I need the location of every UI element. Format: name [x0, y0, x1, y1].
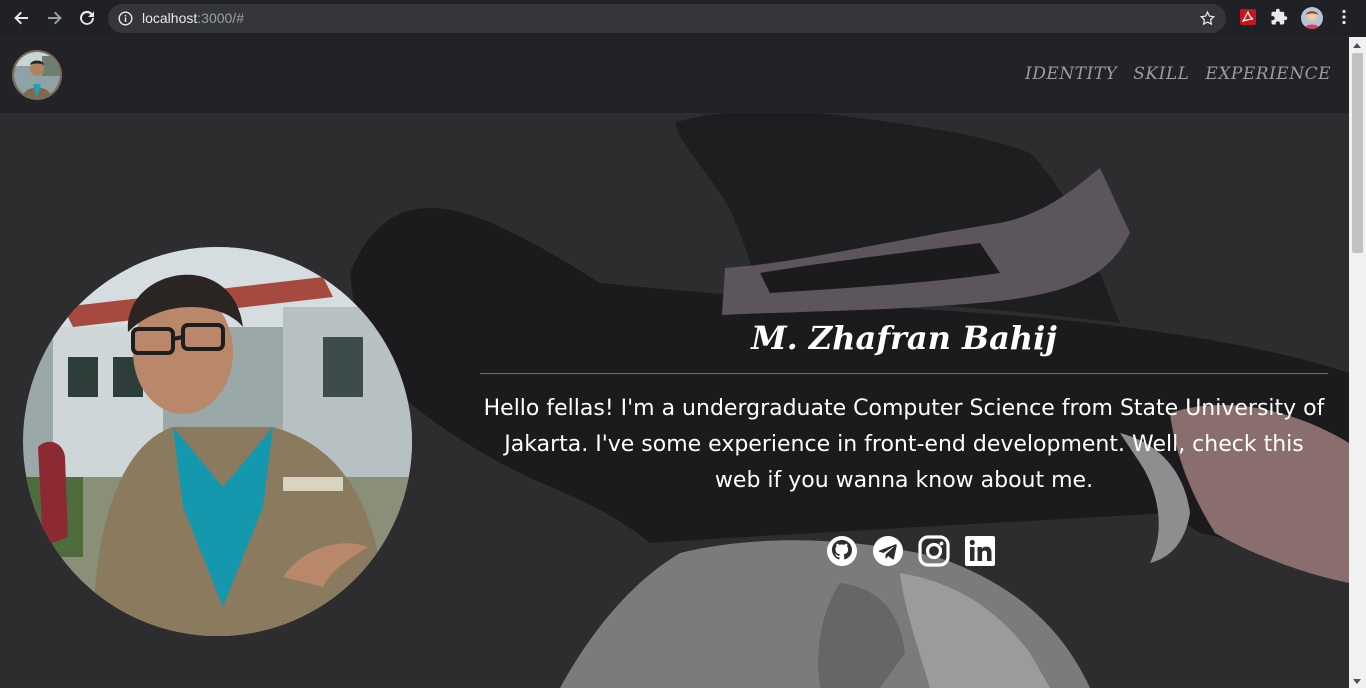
site-info-icon[interactable]	[118, 11, 133, 26]
github-icon[interactable]	[826, 535, 858, 567]
instagram-icon[interactable]	[918, 535, 950, 567]
browser-toolbar: localhost:3000/#	[0, 0, 1366, 37]
hero-divider	[480, 373, 1328, 374]
nav-avatar[interactable]	[12, 50, 62, 100]
pdf-extension-icon[interactable]	[1239, 8, 1259, 28]
hero-bio: Hello fellas! I'm a undergraduate Comput…	[483, 396, 1325, 493]
page-scrollbar[interactable]	[1349, 37, 1366, 688]
bookmark-star-icon[interactable]	[1199, 10, 1216, 27]
extensions-puzzle-icon[interactable]	[1270, 8, 1290, 28]
back-icon[interactable]	[11, 7, 33, 29]
scroll-up-arrow-icon[interactable]	[1353, 43, 1361, 48]
nav-link-identity[interactable]: IDENTITY	[1025, 64, 1117, 84]
scroll-thumb[interactable]	[1352, 53, 1363, 253]
browser-menu-icon[interactable]	[1336, 8, 1356, 28]
nav-link-skill[interactable]: SKILL	[1133, 64, 1189, 84]
profile-avatar-icon[interactable]	[1301, 7, 1323, 29]
url-path: :3000/#	[197, 10, 244, 26]
address-bar[interactable]: localhost:3000/#	[108, 4, 1226, 33]
nav-links: IDENTITY SKILL EXPERIENCE	[1025, 64, 1331, 84]
social-links	[826, 535, 996, 567]
hero-name: M. Zhafran Bahij	[751, 319, 1057, 357]
url-host: localhost	[142, 10, 198, 26]
nav-link-experience[interactable]: EXPERIENCE	[1205, 64, 1331, 84]
reload-icon[interactable]	[76, 7, 98, 29]
profile-portrait	[23, 247, 412, 636]
linkedin-icon[interactable]	[964, 535, 996, 567]
page-viewport: IDENTITY SKILL EXPERIENCE M. Zhafran Bah…	[0, 37, 1349, 688]
telegram-icon[interactable]	[872, 535, 904, 567]
site-navbar: IDENTITY SKILL EXPERIENCE	[0, 37, 1349, 113]
forward-icon[interactable]	[43, 7, 65, 29]
url-text: localhost:3000/#	[142, 10, 244, 26]
scroll-down-arrow-icon[interactable]	[1353, 679, 1361, 684]
